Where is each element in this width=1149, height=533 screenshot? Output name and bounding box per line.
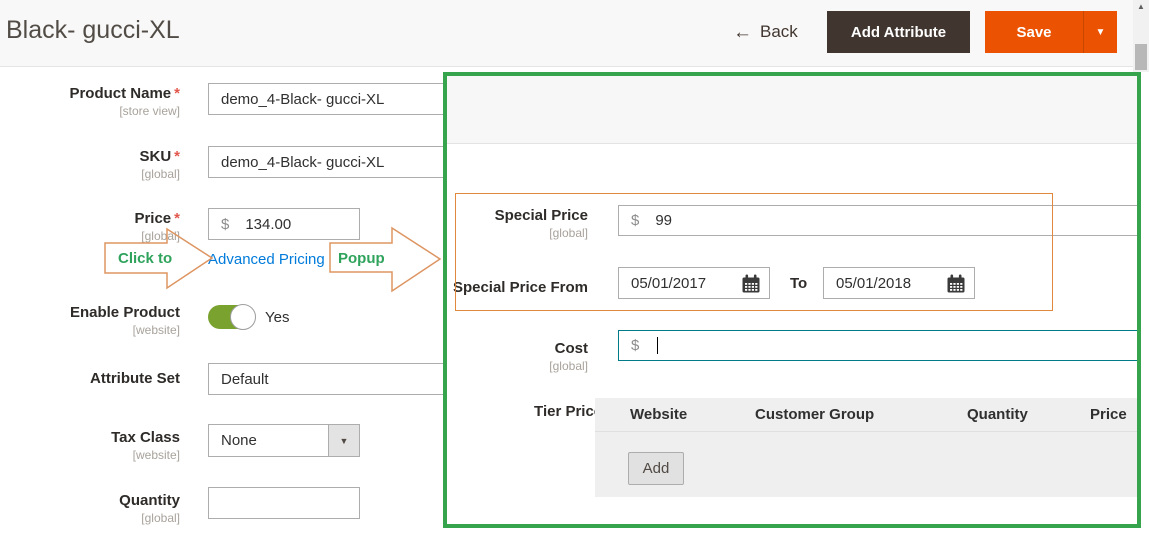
special-price-input[interactable]: $ 99: [618, 205, 1137, 236]
product-edit-page: Black- gucci-XL ← Back Add Attribute Sav…: [0, 0, 1149, 533]
enable-product-toggle[interactable]: [208, 305, 255, 329]
column-header-price: Price: [1090, 406, 1127, 423]
attribute-set-label: Attribute Set: [18, 370, 180, 387]
product-name-label: Product Name* [store view]: [18, 85, 180, 118]
popup-annotation: Popup: [338, 250, 385, 267]
back-label: Back: [760, 22, 798, 42]
currency-symbol: $: [631, 337, 639, 354]
toggle-knob: [230, 304, 256, 330]
tax-class-label: Tax Class [website]: [18, 429, 180, 462]
column-header-website: Website: [630, 406, 687, 423]
column-header-customer-group: Customer Group: [755, 406, 874, 423]
page-header: Black- gucci-XL ← Back Add Attribute Sav…: [0, 0, 1149, 67]
click-to-annotation: Click to: [118, 250, 172, 267]
scroll-up-icon[interactable]: ▲: [1133, 2, 1149, 11]
special-price-from-input[interactable]: 05/01/2017: [618, 267, 770, 299]
quantity-label: Quantity [global]: [18, 492, 180, 525]
advanced-pricing-link[interactable]: Advanced Pricing: [208, 251, 325, 268]
add-attribute-button[interactable]: Add Attribute: [827, 11, 970, 53]
sku-input[interactable]: demo_4-Black- gucci-XL: [208, 146, 446, 178]
price-input[interactable]: $ 134.00: [208, 208, 360, 240]
calendar-icon[interactable]: [741, 274, 761, 294]
tier-price-table-header: Website Customer Group Quantity Price: [595, 398, 1137, 432]
price-label: Price* [global]: [18, 210, 180, 243]
required-mark: *: [174, 148, 180, 165]
quantity-input[interactable]: [208, 487, 360, 519]
text-cursor: [657, 337, 658, 354]
tier-price-add-button[interactable]: Add: [628, 452, 684, 485]
page-title: Black- gucci-XL: [6, 16, 180, 45]
sku-label: SKU* [global]: [18, 148, 180, 181]
vertical-scrollbar[interactable]: ▲: [1133, 0, 1149, 72]
currency-symbol: $: [221, 216, 229, 233]
save-split-button[interactable]: Save ▼: [985, 11, 1117, 53]
back-button[interactable]: ← Back: [733, 22, 798, 42]
cost-input[interactable]: $: [618, 330, 1137, 361]
enable-product-value: Yes: [265, 309, 289, 326]
tier-price-label: Tier Price*: [447, 403, 611, 420]
attribute-set-input[interactable]: Default: [208, 363, 446, 395]
special-price-label: Special Price [global]: [447, 207, 588, 240]
required-mark: *: [174, 85, 180, 102]
chevron-down-icon[interactable]: ▼: [328, 425, 359, 456]
special-price-from-label: Special Price From: [447, 279, 588, 296]
back-arrow-icon: ←: [733, 23, 752, 42]
currency-symbol: $: [631, 212, 639, 229]
save-button[interactable]: Save: [985, 11, 1084, 53]
required-mark: *: [174, 210, 180, 227]
calendar-icon[interactable]: [946, 274, 966, 294]
product-name-input[interactable]: demo_4-Black- gucci-XL: [208, 83, 446, 115]
special-price-to-input[interactable]: 05/01/2018: [823, 267, 975, 299]
enable-product-label: Enable Product [website]: [18, 304, 180, 337]
popup-header-band: [447, 76, 1137, 144]
cost-label: Cost [global]: [447, 340, 588, 373]
tier-price-table: Website Customer Group Quantity Price Ad…: [595, 398, 1137, 497]
scrollbar-thumb[interactable]: [1135, 44, 1147, 70]
save-caret-icon[interactable]: ▼: [1084, 11, 1117, 53]
to-label: To: [790, 275, 807, 292]
advanced-pricing-popup: Special Price [global] $ 99 Special Pric…: [443, 72, 1141, 528]
tax-class-select[interactable]: None ▼: [208, 424, 360, 457]
column-header-quantity: Quantity: [967, 406, 1028, 423]
